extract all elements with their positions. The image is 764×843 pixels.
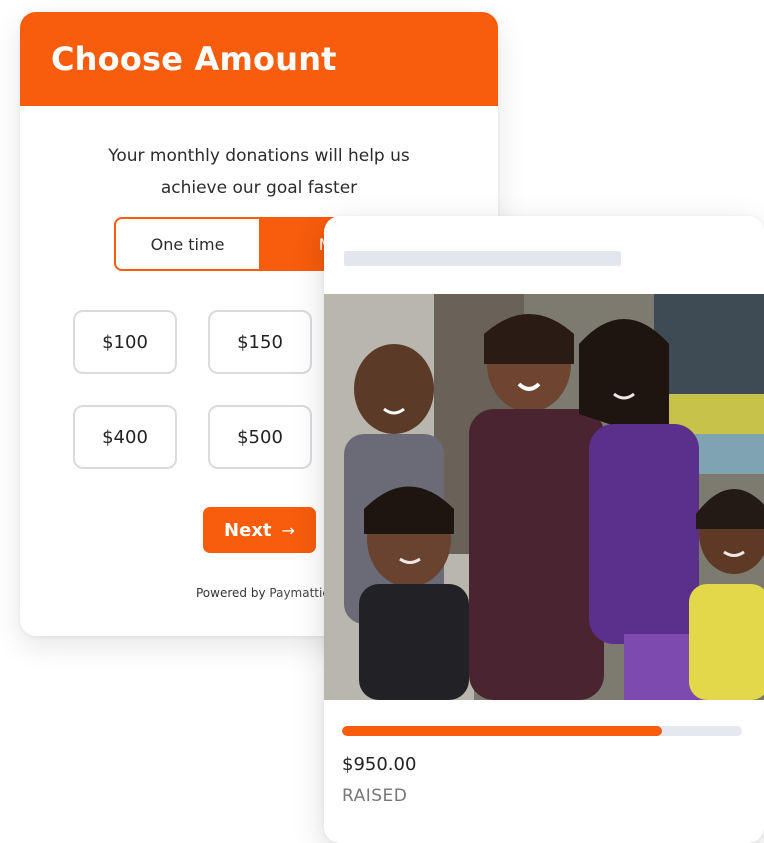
frequency-option-one-time[interactable]: One time — [116, 219, 259, 269]
children-photo-illustration — [324, 294, 764, 700]
subtitle-line-2: achieve our goal faster — [160, 178, 358, 198]
donation-form-header: Choose Amount — [20, 12, 498, 106]
donation-form-title: Choose Amount — [51, 40, 337, 78]
powered-by-brand[interactable]: Paymattic — [269, 586, 329, 600]
amount-button-100[interactable]: $100 — [73, 310, 177, 374]
next-button-label: Next — [224, 519, 272, 541]
campaign-card: $950.00 RAISED — [324, 216, 764, 843]
powered-by: Powered by Paymattic — [196, 586, 329, 600]
powered-by-prefix: Powered by — [196, 586, 266, 600]
fundraising-progress-bar — [342, 726, 742, 736]
arrow-right-icon: → — [281, 520, 295, 540]
page: Choose Amount Your monthly donations wil… — [0, 0, 764, 843]
campaign-title-placeholder — [344, 251, 621, 266]
fundraising-progress-fill — [342, 726, 662, 736]
raised-label: RAISED — [342, 786, 408, 806]
raised-amount: $950.00 — [342, 754, 417, 775]
amount-button-400[interactable]: $400 — [73, 405, 177, 469]
next-button[interactable]: Next → — [203, 507, 316, 553]
amount-button-500[interactable]: $500 — [208, 405, 312, 469]
donation-form-subtitle: Your monthly donations will help us achi… — [20, 140, 498, 204]
subtitle-line-1: Your monthly donations will help us — [108, 146, 410, 166]
amount-button-150[interactable]: $150 — [208, 310, 312, 374]
campaign-photo — [324, 294, 764, 700]
